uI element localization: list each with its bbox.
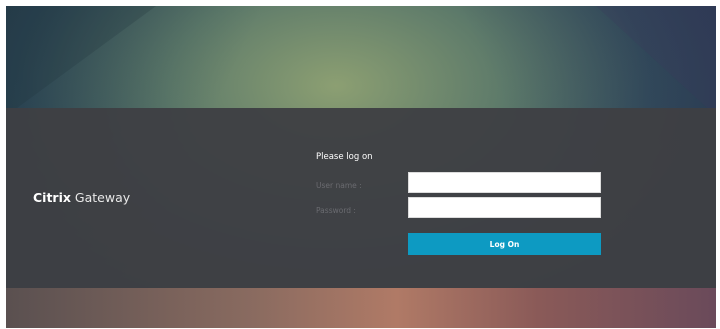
login-page-background: Citrix Gateway Please log on User name :… [6, 6, 716, 328]
username-input[interactable] [408, 172, 601, 193]
background-bottom-glow [6, 288, 716, 328]
brand-name-bold: Citrix [33, 190, 71, 205]
password-input[interactable] [408, 197, 601, 218]
log-on-button[interactable]: Log On [408, 233, 601, 255]
brand-name-light: Gateway [70, 190, 131, 205]
password-label: Password : [316, 206, 356, 215]
brand-logo: Citrix Gateway [33, 190, 130, 205]
background-shard-right [596, 6, 716, 116]
username-label: User name : [316, 181, 362, 190]
login-title: Please log on [316, 152, 373, 162]
background-shard-left [6, 6, 156, 116]
